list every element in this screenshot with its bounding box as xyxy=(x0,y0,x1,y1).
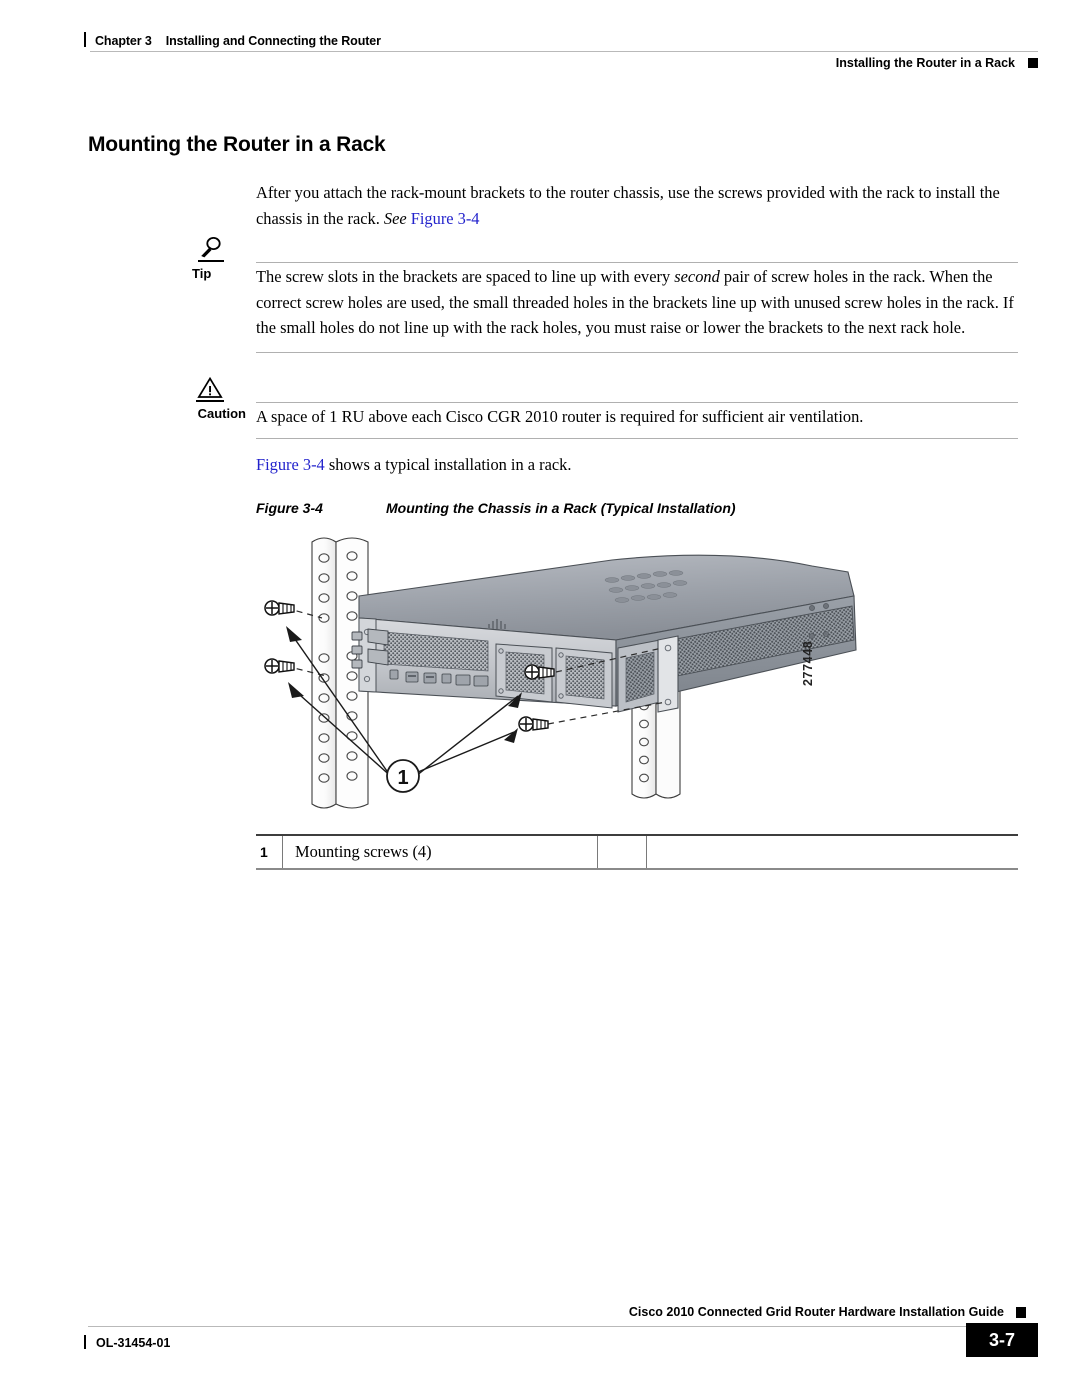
tip-label: Tip xyxy=(192,266,212,281)
legend-bottom-border xyxy=(256,868,1018,870)
intro-see-word: See xyxy=(383,208,407,228)
page-number-badge: 3-7 xyxy=(966,1323,1038,1357)
page-header: Chapter 3 Installing and Connecting the … xyxy=(84,30,1038,78)
tip-icon-container xyxy=(178,236,246,262)
footer-guide-title: Cisco 2010 Connected Grid Router Hardwar… xyxy=(628,1305,1004,1319)
caution-label: Caution xyxy=(197,406,246,421)
rack-mount-diagram: 1 xyxy=(264,537,857,809)
tip-text-before: The screw slots in the brackets are spac… xyxy=(256,267,675,286)
figure-art-id: 277448 xyxy=(801,640,815,686)
caution-icon-underline xyxy=(196,400,224,402)
tip-rule-top xyxy=(256,262,1018,263)
figure-illustration: 1 277448 xyxy=(256,536,1018,832)
header-section-title: Installing the Router in a Rack xyxy=(835,56,1015,70)
caution-text: A space of 1 RU above each Cisco CGR 201… xyxy=(256,407,864,426)
intro-paragraph: After you attach the rack-mount brackets… xyxy=(256,180,1018,231)
change-bar-icon xyxy=(84,32,86,47)
header-divider xyxy=(90,51,1038,52)
footer-doc-id: OL-31454-01 xyxy=(96,1336,171,1350)
header-square-marker-icon xyxy=(1028,58,1038,68)
document-page: Chapter 3 Installing and Connecting the … xyxy=(0,0,1080,1397)
legend-item-label: Mounting screws (4) xyxy=(295,842,432,861)
tip-text: The screw slots in the brackets are spac… xyxy=(256,264,1018,341)
figure-reference-text: shows a typical installation in a rack. xyxy=(324,455,572,474)
warning-triangle-icon xyxy=(196,376,224,402)
tip-rule-bottom xyxy=(256,352,1018,353)
caution-rule-bottom xyxy=(256,438,1018,439)
intro-text: After you attach the rack-mount brackets… xyxy=(256,183,1000,228)
page-title: Mounting the Router in a Rack xyxy=(88,133,386,156)
footer-change-bar-icon xyxy=(84,1335,86,1349)
table-row: 1 Mounting screws (4) xyxy=(256,836,1018,868)
figure-number: Figure 3-4 xyxy=(256,500,323,516)
caution-icon-container xyxy=(178,376,246,402)
legend-column-divider-3 xyxy=(646,836,647,868)
footer-divider xyxy=(88,1326,966,1327)
figure-title: Mounting the Chassis in a Rack (Typical … xyxy=(386,500,736,516)
figure-reference-link[interactable]: Figure 3-4 xyxy=(256,455,325,474)
intro-figure-link[interactable]: Figure 3-4 xyxy=(411,209,480,228)
router-chassis xyxy=(351,554,857,713)
header-chapter-number: Chapter 3 xyxy=(95,34,152,48)
tip-icon-underline xyxy=(198,260,224,262)
header-chapter-title: Installing and Connecting the Router xyxy=(165,34,381,48)
header-running-head: Installing the Router in a Rack xyxy=(836,56,1038,70)
figure-reference-paragraph: Figure 3-4 shows a typical installation … xyxy=(256,452,1018,478)
callout-number: 1 xyxy=(397,767,408,789)
footer-square-marker-icon xyxy=(1016,1307,1026,1318)
legend-item-number: 1 xyxy=(260,844,268,860)
footer-doc-id-line: OL-31454-01 xyxy=(84,1333,170,1350)
figure-caption: Figure 3-4 Mounting the Chassis in a Rack… xyxy=(256,500,736,516)
tip-emphasis: second xyxy=(674,267,720,286)
magnifier-icon xyxy=(198,236,224,262)
caution-rule-top xyxy=(256,402,1018,403)
legend-column-divider-2 xyxy=(597,836,598,868)
header-chapter-line: Chapter 3 Installing and Connecting the … xyxy=(84,30,381,48)
page-footer: Cisco 2010 Connected Grid Router Hardwar… xyxy=(84,1305,1038,1365)
